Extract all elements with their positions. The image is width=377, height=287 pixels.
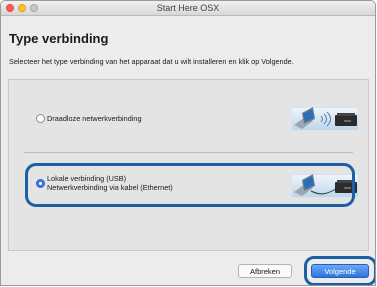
option-wireless[interactable]: Draadloze netwerkverbinding	[9, 80, 368, 152]
page-title: Type verbinding	[9, 31, 109, 46]
instruction-text: Selecteer het type verbinding van het ap…	[9, 57, 294, 66]
cancel-button[interactable]: Afbreken	[238, 264, 292, 278]
option-wireless-label: Draadloze netwerkverbinding	[47, 114, 142, 123]
laptop-wifi-printer-icon	[291, 107, 359, 131]
selected-option-highlight	[25, 163, 355, 207]
next-button-highlight	[304, 256, 375, 285]
radio-wireless[interactable]	[36, 114, 45, 123]
title-bar: Start Here OSX	[1, 1, 375, 16]
window-title: Start Here OSX	[156, 3, 220, 13]
installer-window: Start Here OSX Type verbinding Selecteer…	[0, 0, 376, 286]
